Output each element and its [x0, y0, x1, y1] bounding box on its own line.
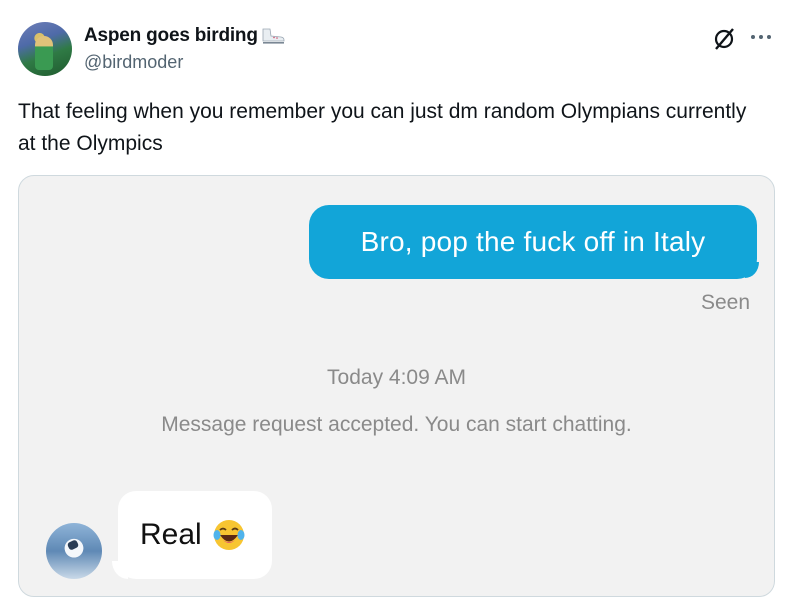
author-handle[interactable]: @birdmoder: [84, 52, 183, 73]
grok-icon[interactable]: [712, 26, 738, 52]
received-message-bubble: Real: [118, 491, 272, 579]
dm-screenshot-media[interactable]: Bro, pop the fuck off in Italy Seen Toda…: [18, 175, 775, 597]
system-message: Message request accepted. You can start …: [161, 413, 632, 436]
ice-skate-icon: [260, 27, 286, 45]
more-icon[interactable]: [748, 28, 774, 48]
author-avatar[interactable]: [18, 22, 72, 76]
tweet-text: That feeling when you remember you can j…: [18, 100, 747, 155]
avatar-figure: [35, 36, 53, 70]
avatar-skier: [66, 539, 80, 551]
face-with-tears-of-joy-icon: [212, 518, 246, 552]
author-name-row: Aspen goes birding: [84, 25, 286, 47]
received-message-text: Real: [140, 518, 202, 551]
recipient-avatar: [46, 523, 102, 579]
chat-timestamp: Today 4:09 AM: [327, 366, 466, 389]
seen-status: Seen: [700, 291, 750, 314]
sent-message-text: Bro, pop the fuck off in Italy: [360, 226, 706, 257]
sent-message-bubble: Bro, pop the fuck off in Italy: [309, 205, 757, 279]
author-display-name[interactable]: Aspen goes birding: [84, 25, 258, 47]
